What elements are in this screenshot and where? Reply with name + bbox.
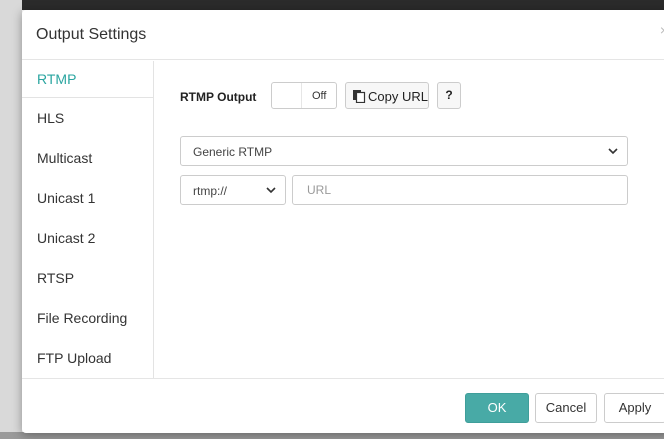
sidebar-item-rtsp[interactable]: RTSP (22, 258, 153, 298)
sidebar-item-rtmp[interactable]: RTMP (22, 61, 153, 98)
help-button[interactable]: ? (437, 82, 461, 109)
backdrop-top-strip (0, 0, 664, 10)
dialog-header: Output Settings × (22, 10, 664, 60)
copy-icon (353, 90, 366, 103)
sidebar-item-file-recording[interactable]: File Recording (22, 298, 153, 338)
dialog-footer: OK Cancel Apply (22, 378, 664, 433)
copy-url-label: Copy URL (368, 89, 428, 104)
close-icon[interactable]: × (660, 22, 664, 38)
toggle-state-text: Off (312, 90, 327, 102)
chevron-down-icon (608, 148, 618, 155)
url-input[interactable] (292, 175, 628, 205)
settings-sidebar: RTMP HLS Multicast Unicast 1 Unicast 2 R… (22, 61, 154, 378)
toggle-knob (272, 83, 302, 108)
rtmp-output-toggle[interactable]: Off (271, 82, 337, 109)
apply-button[interactable]: Apply (604, 393, 664, 423)
cancel-button[interactable]: Cancel (535, 393, 597, 423)
sidebar-item-hls[interactable]: HLS (22, 98, 153, 138)
ok-button[interactable]: OK (465, 393, 529, 423)
sidebar-item-multicast[interactable]: Multicast (22, 138, 153, 178)
copy-url-button[interactable]: Copy URL (345, 82, 429, 109)
rtmp-service-select[interactable]: Generic RTMP (180, 136, 628, 166)
backdrop-bottom-strip (0, 432, 664, 439)
rtmp-output-row: RTMP Output Off Copy URL ? (180, 82, 664, 110)
backdrop-left-strip (0, 0, 22, 439)
sidebar-item-unicast-2[interactable]: Unicast 2 (22, 218, 153, 258)
chevron-down-icon (266, 187, 276, 194)
sidebar-item-unicast-1[interactable]: Unicast 1 (22, 178, 153, 218)
rtmp-settings-panel: RTMP Output Off Copy URL ? Generic RTMP … (180, 82, 664, 382)
output-settings-dialog: Output Settings × RTMP HLS Multicast Uni… (22, 10, 664, 433)
rtmp-output-label: RTMP Output (180, 90, 257, 104)
protocol-select[interactable]: rtmp:// (180, 175, 286, 205)
sidebar-item-ftp-upload[interactable]: FTP Upload (22, 338, 153, 378)
rtmp-service-value: Generic RTMP (193, 145, 273, 159)
dialog-title: Output Settings (36, 26, 147, 43)
protocol-value: rtmp:// (193, 184, 228, 198)
